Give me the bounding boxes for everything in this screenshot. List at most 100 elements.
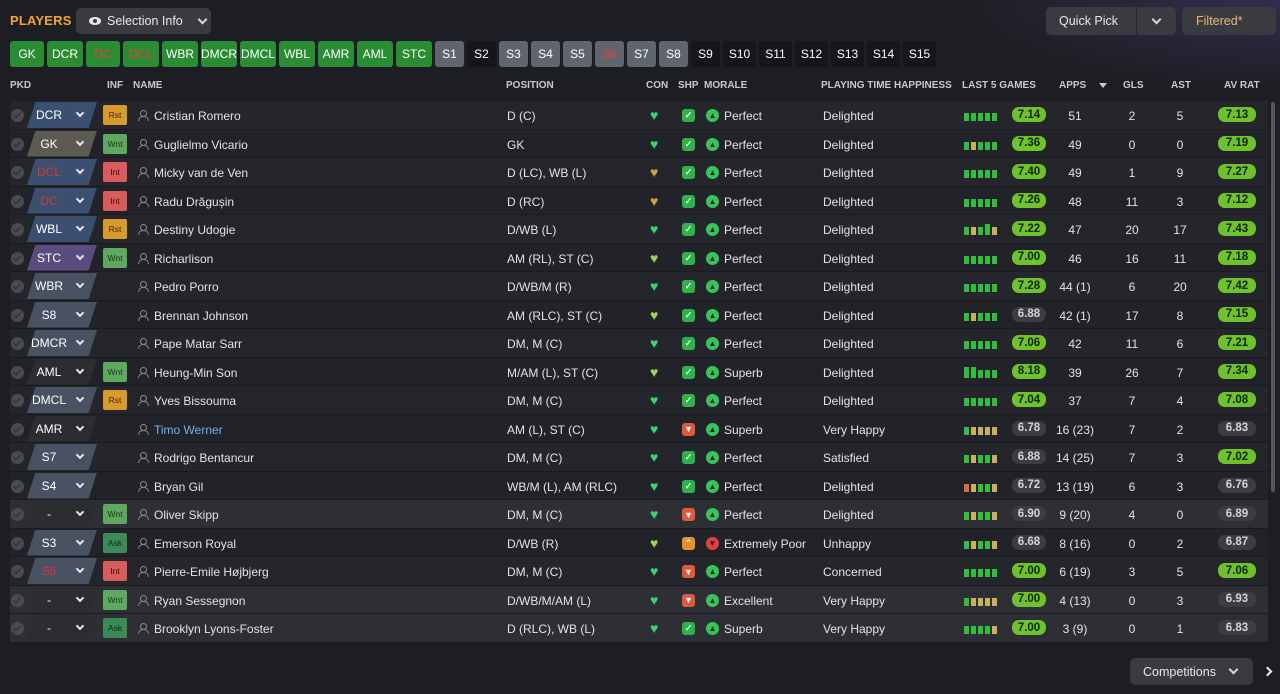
player-name[interactable]: Guglielmo Vicario (154, 138, 248, 152)
table-row[interactable]: AML Wnt Heung-Min Son M/AM (L), ST (C) ♥ ✓ ▲ Su… (10, 357, 1268, 386)
player-name[interactable]: Radu Drăgușin (154, 195, 234, 209)
tab-s6[interactable]: S6 (595, 41, 624, 67)
quick-pick-button[interactable]: Quick Pick (1046, 7, 1176, 35)
tab-s1[interactable]: S1 (435, 41, 464, 67)
filter-button[interactable]: Filtered* (1182, 7, 1276, 35)
tab-s2[interactable]: S2 (467, 41, 496, 67)
position-selector[interactable]: S7 (27, 444, 97, 470)
position-selector[interactable]: AMR (27, 415, 97, 442)
table-row[interactable]: GK Wnt Guglielmo Vicario GK ♥ ✓ ▲ Perfect Deligh… (10, 129, 1268, 158)
col-inf[interactable]: INF (107, 80, 123, 91)
player-name[interactable]: Rodrigo Bentancur (154, 451, 254, 465)
tab-s4[interactable]: S4 (531, 41, 560, 67)
player-name[interactable]: Oliver Skipp (154, 508, 219, 522)
picked-check-icon[interactable] (11, 166, 24, 179)
col-morale[interactable]: MORALE (704, 80, 747, 91)
table-row[interactable]: DMCL Rst Yves Bissouma DM, M (C) ♥ ✓ ▲ Perfect D… (10, 386, 1268, 415)
position-selector[interactable]: STC (27, 244, 97, 271)
picked-check-icon[interactable] (11, 251, 24, 265)
position-selector[interactable]: - (27, 615, 97, 641)
col-con[interactable]: CON (646, 80, 668, 91)
tab-amr[interactable]: AMR (318, 41, 354, 67)
tab-s9[interactable]: S9 (691, 41, 720, 67)
picked-check-icon[interactable] (11, 337, 24, 350)
player-name[interactable]: Yves Bissouma (154, 394, 236, 408)
position-selector[interactable]: DMCR (27, 330, 97, 356)
col-playing-time-happiness[interactable]: PLAYING TIME HAPPINESS (821, 80, 952, 91)
col-pkd[interactable]: PKD (10, 80, 31, 91)
position-selector[interactable]: - (27, 501, 97, 527)
table-row[interactable]: STC Wnt Richarlison AM (RL), ST (C) ♥ ✓ ▲ Perfe… (10, 243, 1268, 272)
picked-check-icon[interactable] (11, 194, 24, 208)
position-selector[interactable]: S6 (27, 558, 97, 584)
player-name[interactable]: Richarlison (154, 252, 213, 266)
position-selector[interactable]: - (27, 586, 97, 613)
picked-check-icon[interactable] (11, 451, 24, 464)
tab-dcr[interactable]: DCR (47, 41, 83, 67)
player-name[interactable]: Brooklyn Lyons-Foster (154, 622, 274, 636)
tab-wbl[interactable]: WBL (279, 41, 315, 67)
tab-dcl[interactable]: DCL (123, 41, 159, 67)
tab-s14[interactable]: S14 (867, 41, 900, 67)
position-selector[interactable]: DMCL (27, 387, 97, 413)
table-row[interactable]: S3 Ask Emerson Royal D/WB (R) ♥ ⌃ ▼ Extremely P… (10, 528, 1268, 557)
tab-wbr[interactable]: WBR (162, 41, 198, 67)
player-name[interactable]: Bryan Gil (154, 480, 203, 494)
tab-s3[interactable]: S3 (499, 41, 528, 67)
player-name[interactable]: Pedro Porro (154, 280, 219, 294)
tab-gk[interactable]: GK (10, 41, 44, 67)
player-name[interactable]: Emerson Royal (154, 537, 236, 551)
position-selector[interactable]: S8 (27, 301, 97, 328)
table-row[interactable]: DCL Int Micky van de Ven D (LC), WB (L) ♥ ✓ ▲ P… (10, 158, 1268, 187)
tab-dmcl[interactable]: DMCL (240, 41, 276, 67)
position-selector[interactable]: GK (27, 130, 97, 157)
picked-check-icon[interactable] (11, 365, 24, 379)
table-row[interactable]: S6 Int Pierre-Emile Højbjerg DM, M (C) ♥ ▼ ▲ Pe… (10, 557, 1268, 586)
table-row[interactable]: S8 Brennan Johnson AM (RLC), ST (C) ♥ ✓ ▲ Perf… (10, 300, 1268, 329)
position-selector[interactable]: S3 (27, 529, 97, 556)
competitions-button[interactable]: Competitions (1130, 658, 1253, 685)
table-row[interactable]: DMCR Pape Matar Sarr DM, M (C) ♥ ✓ ▲ Perfect De… (10, 329, 1268, 358)
player-name[interactable]: Brennan Johnson (154, 309, 248, 323)
tab-aml[interactable]: AML (357, 41, 393, 67)
player-name[interactable]: Pierre-Emile Højbjerg (154, 565, 269, 579)
picked-check-icon[interactable] (11, 508, 24, 521)
tab-s7[interactable]: S7 (627, 41, 656, 67)
col-position[interactable]: POSITION (506, 80, 554, 91)
tab-s10[interactable]: S10 (723, 41, 756, 67)
col-apps[interactable]: APPS (1059, 80, 1086, 91)
sort-desc-icon[interactable] (1099, 83, 1107, 88)
player-name[interactable]: Pape Matar Sarr (154, 337, 242, 351)
tab-s8[interactable]: S8 (659, 41, 688, 67)
col-ast[interactable]: AST (1171, 80, 1191, 91)
col-name[interactable]: NAME (133, 80, 162, 91)
table-row[interactable]: S7 Rodrigo Bentancur DM, M (C) ♥ ✓ ▲ Perfect Sa… (10, 443, 1268, 472)
tab-stc[interactable]: STC (396, 41, 432, 67)
selection-info-button[interactable]: Selection Info (76, 8, 211, 34)
position-selector[interactable]: AML (27, 358, 97, 385)
picked-check-icon[interactable] (11, 394, 24, 407)
tab-s5[interactable]: S5 (563, 41, 592, 67)
position-selector[interactable]: DCL (27, 159, 97, 185)
picked-check-icon[interactable] (11, 593, 24, 607)
picked-check-icon[interactable] (11, 137, 24, 151)
table-row[interactable]: WBL Rst Destiny Udogie D/WB (L) ♥ ✓ ▲ Perfect De… (10, 215, 1268, 244)
table-row[interactable]: S4 Bryan Gil WB/M (L), AM (RLC) ♥ ✓ ▲ Perfect D… (10, 471, 1268, 500)
player-name[interactable]: Cristian Romero (154, 109, 241, 123)
picked-check-icon[interactable] (11, 622, 24, 635)
picked-check-icon[interactable] (11, 536, 24, 550)
position-selector[interactable]: DCR (27, 102, 97, 128)
col-last-5-games[interactable]: LAST 5 GAMES (962, 80, 1036, 91)
col-av-rat[interactable]: AV RAT (1224, 80, 1260, 91)
table-row[interactable]: - Wnt Ryan Sessegnon D/WB/M/AM (L) ♥ ▼ ▲ Excell… (10, 585, 1268, 614)
player-name[interactable]: Destiny Udogie (154, 223, 235, 237)
picked-check-icon[interactable] (11, 223, 24, 236)
table-row[interactable]: WBR Pedro Porro D/WB/M (R) ♥ ✓ ▲ Perfect Deligh… (10, 272, 1268, 301)
table-row[interactable]: - Ask Brooklyn Lyons-Foster D (RLC), WB (L)… (10, 614, 1268, 643)
picked-check-icon[interactable] (11, 308, 24, 322)
table-row[interactable]: AMR Timo Werner AM (L), ST (C) ♥ ▼ ▲ Superb Ver… (10, 414, 1268, 443)
player-name[interactable]: Ryan Sessegnon (154, 594, 245, 608)
quick-pick-dropdown[interactable] (1137, 14, 1176, 24)
picked-check-icon[interactable] (11, 479, 24, 493)
tab-s13[interactable]: S13 (831, 41, 864, 67)
